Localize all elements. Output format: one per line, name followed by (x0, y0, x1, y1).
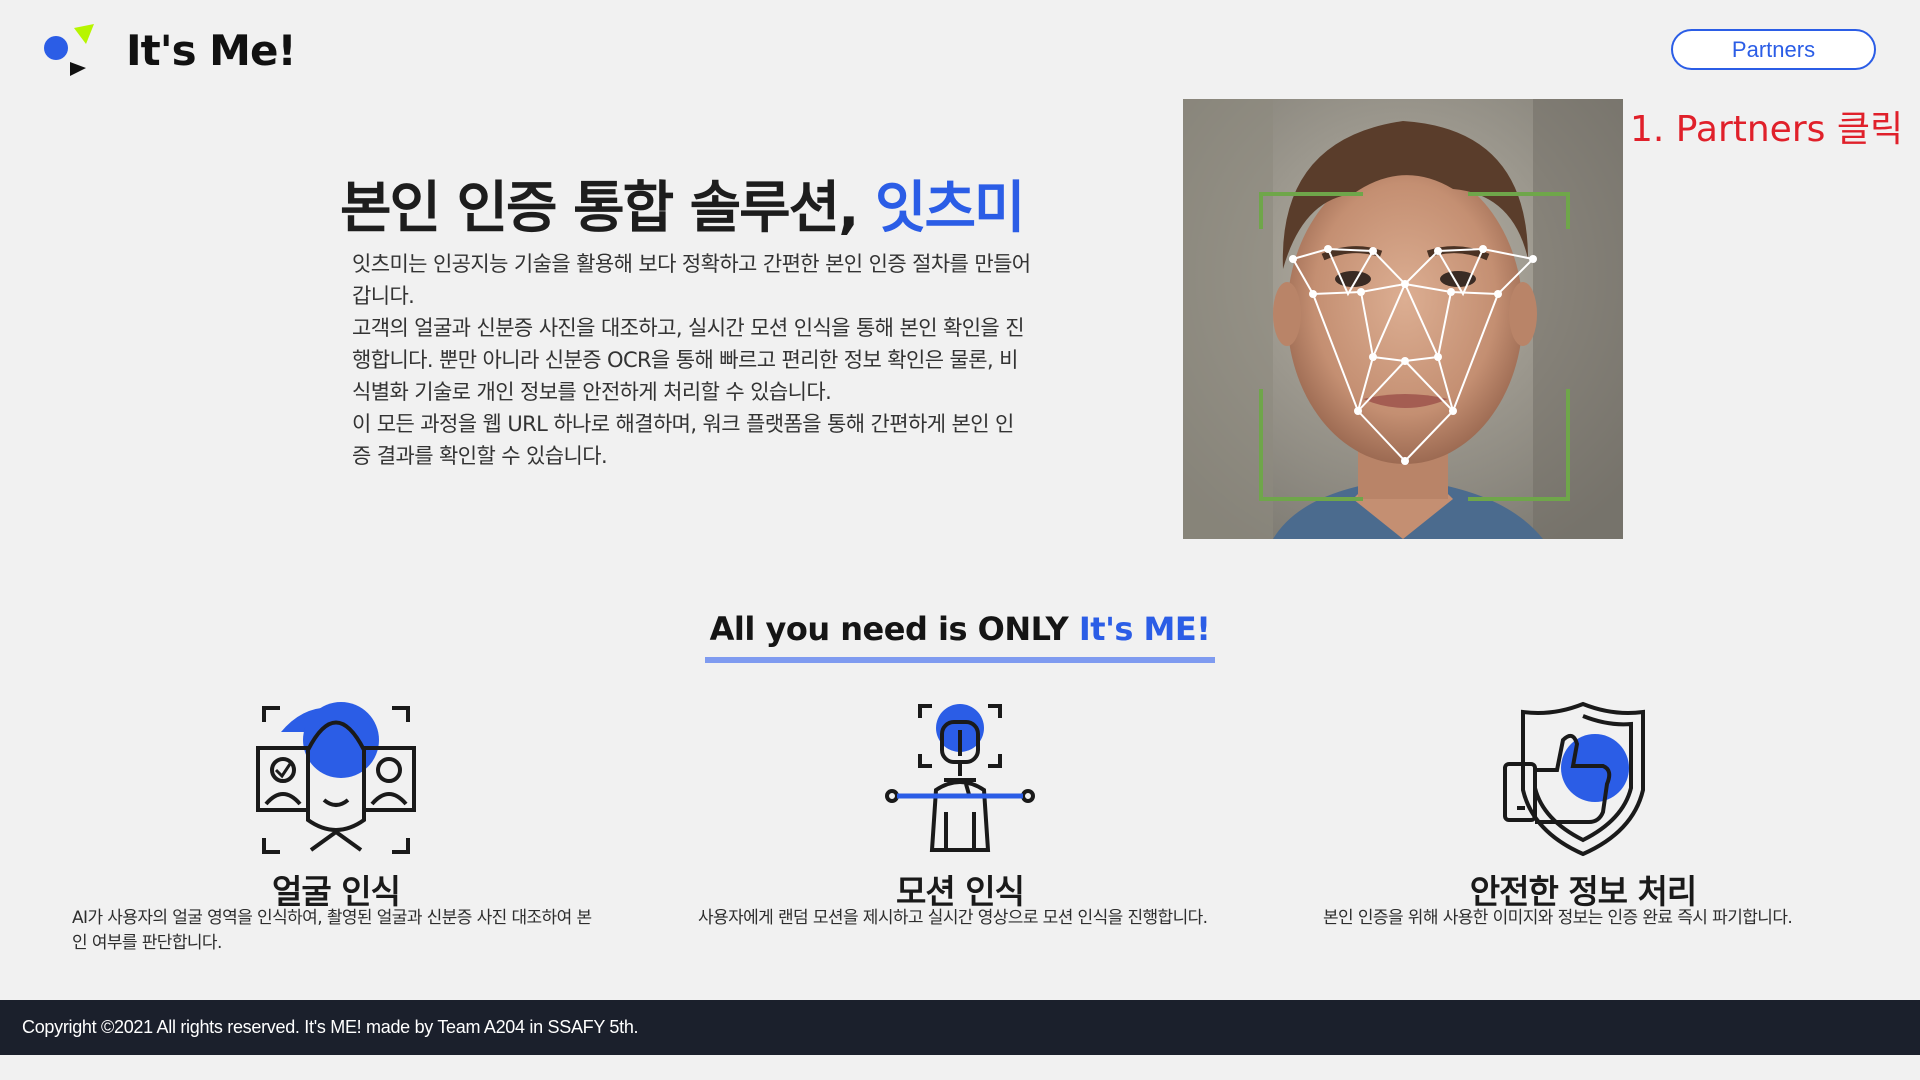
hero-title-accent: 잇츠미 (874, 176, 1026, 241)
tagline-section: All you need is ONLY It's ME! (705, 607, 1215, 663)
logo-text: It's Me! (126, 25, 297, 75)
face-scan-image (1183, 99, 1623, 539)
face-recognition-icon (256, 700, 416, 860)
hero-title: 본인 인증 통합 솔루션, 잇츠미 (340, 163, 1026, 244)
copyright-text: Copyright ©2021 All rights reserved. It'… (22, 1017, 639, 1037)
hero-description-line: 잇츠미는 인공지능 기술을 활용해 보다 정확하고 간편한 본인 인증 절차를 … (352, 252, 1031, 308)
feature-description: 본인 인증을 위해 사용한 이미지와 정보는 인증 완료 즉시 파기합니다. (1323, 908, 1793, 928)
motion-recognition-icon (880, 700, 1040, 860)
hero-description-line: 이 모든 과정을 웹 URL 하나로 해결하며, 워크 플랫폼을 통해 간편하게… (352, 412, 1014, 468)
site-header: It's Me! Partners (0, 0, 1920, 100)
face-scan-illustration (1183, 99, 1623, 539)
tagline-accent: It's ME! (1078, 610, 1211, 648)
hero-description-line: 고객의 얼굴과 신분증 사진을 대조하고, 실시간 모션 인식을 통해 본인 확… (352, 316, 1025, 404)
tagline-main: All you need is ONLY (709, 610, 1079, 648)
feature-description: 사용자에게 랜덤 모션을 제시하고 실시간 영상으로 모션 인식을 진행합니다. (698, 908, 1208, 928)
logo[interactable]: It's Me! (42, 22, 297, 78)
shield-thumbs-up-icon (1503, 700, 1663, 860)
hero-title-main: 본인 인증 통합 솔루션, (340, 176, 875, 241)
feature-description: AI가 사용자의 얼굴 영역을 인식하여, 촬영된 얼굴과 신분증 사진 대조하… (72, 908, 592, 953)
tagline: All you need is ONLY It's ME! (705, 607, 1215, 651)
site-footer: Copyright ©2021 All rights reserved. It'… (0, 1000, 1920, 1055)
instruction-annotation: 1. Partners 클릭 (1630, 109, 1904, 150)
logo-mark-icon (44, 24, 94, 76)
partners-button[interactable]: Partners (1671, 29, 1876, 70)
hero-description: 잇츠미는 인공지능 기술을 활용해 보다 정확하고 간편한 본인 인증 절차를 … (352, 248, 1032, 472)
